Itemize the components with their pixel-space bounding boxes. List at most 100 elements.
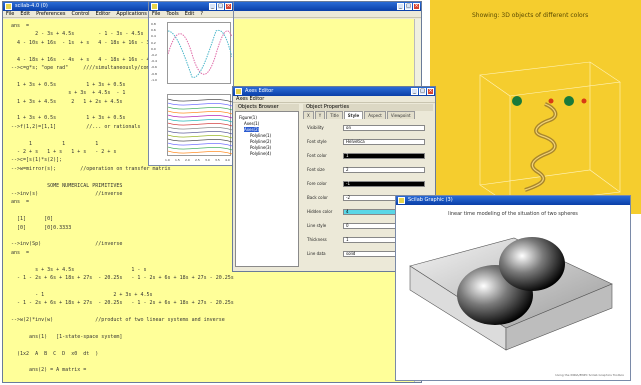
editor-maximize-icon[interactable]: □ [419, 88, 426, 95]
menu-control[interactable]: Control [71, 11, 89, 17]
prop-label: Thickness [307, 237, 327, 242]
plot-menu-help[interactable]: ? [200, 11, 203, 17]
console-line: - 1 - 2s + 6s + 18s + 27s - 20.25s - 1 -… [11, 275, 234, 281]
sphere-footer: Using the INRIA/ENPC Scilab Graphics Too… [555, 373, 624, 377]
sphere-titlebar[interactable]: Scilab Graphic (3) [396, 196, 630, 205]
stacked-line [167, 150, 233, 155]
graphic-3d-objects-window: Showing: 3D objects of different colors [430, 0, 641, 214]
plot-minimize-icon[interactable]: _ [209, 3, 216, 10]
menu-applications[interactable]: Applications [116, 11, 147, 17]
y-tick-label: -0.2 [151, 53, 157, 57]
tree-node[interactable]: Axes(1) [244, 121, 259, 126]
stacked-line [167, 130, 233, 135]
scilab-plot-window[interactable]: _ □ × File Tools Edit ? 0.8 0.6 0.4 0.2 0.0 -… [148, 1, 234, 166]
stacked-line [167, 122, 233, 127]
tab-title[interactable]: Title [326, 111, 343, 119]
objects-tree[interactable]: Figure(1) Axes(1) Axes(2) Polyline(1) Polyli… [235, 111, 299, 267]
green-sphere-left [512, 96, 522, 106]
prop-label: Font style [307, 139, 327, 144]
menu-preferences[interactable]: Preferences [36, 11, 65, 17]
stacked-line [167, 102, 233, 107]
stacked-line [167, 142, 233, 147]
prop-label: Back color [307, 195, 328, 200]
stacked-line [167, 118, 233, 123]
prop-value-field[interactable]: 2 [343, 167, 425, 173]
axes-editor-menubar: Axes Editor [233, 96, 435, 103]
console-line: 4 - 18s + 16s - 4s + s 4 - 18s + 16s - 4… [11, 56, 165, 63]
editor-close-icon[interactable]: × [427, 88, 434, 95]
console-line: - 2 + s 1 + s 1 + s - 2 + s [11, 149, 117, 155]
console-title: scilab-4.0 (0) [15, 3, 48, 9]
sphere-graphic-window[interactable]: Scilab Graphic (3) linear time modeling … [395, 195, 631, 381]
stacked-line [167, 138, 233, 143]
maximize-icon[interactable]: □ [405, 3, 412, 10]
axes-editor-titlebar[interactable]: Axes Editor _ □ × [233, 87, 435, 96]
sphere-app-icon [398, 197, 405, 204]
tree-node[interactable]: Axes(2) [244, 127, 260, 132]
red-sphere-small [548, 98, 554, 104]
sine-plot-top [167, 22, 233, 84]
plot-menu-edit[interactable]: Edit [185, 11, 195, 17]
tab-style[interactable]: Style [343, 111, 364, 119]
y-tick-label: 0.2 [151, 40, 156, 45]
console-line: 1 + 3s + 4.5s 2 1 + 2s + 4.5s [11, 98, 123, 105]
menu-editor[interactable]: Editor [96, 11, 111, 17]
sine-curves-svg [167, 29, 233, 78]
gfx3d-canvas [479, 61, 621, 206]
tab-x[interactable]: X [303, 111, 314, 119]
console-line: s + 3s + 4.5s 1 - s [11, 266, 147, 273]
editor-minimize-icon[interactable]: _ [411, 88, 418, 95]
editor-menu-axes[interactable]: Axes Editor [236, 96, 264, 102]
tab-viewpoint[interactable]: Viewpoint [386, 111, 415, 119]
console-line: 1 + 3s + 0.5s 1 + 3s + 0.5s [11, 81, 126, 88]
tab-y[interactable]: Y [314, 111, 326, 119]
stacked-line [167, 146, 233, 151]
axes-editor-title: Axes Editor [245, 88, 274, 94]
console-line: ans = [11, 249, 30, 256]
prop-value-field[interactable]: on [343, 125, 425, 131]
tree-node[interactable]: Figure(1) [239, 115, 257, 120]
menu-edit[interactable]: Edit [20, 11, 30, 17]
console-line: ans(2) = A matrix = [11, 367, 87, 374]
x-tick-label: 3.0 [205, 158, 210, 162]
prop-label: Line style [307, 223, 327, 228]
y-tick-label: 0.6 [151, 28, 156, 33]
tree-node[interactable]: Polyline(3) [250, 145, 271, 150]
y-tick-label: 0.8 [151, 22, 156, 26]
console-line: -->w(2)*inv(w) //product of two linear s… [11, 317, 225, 323]
plot-app-icon [151, 3, 158, 10]
sphere-upper [499, 237, 565, 291]
prop-value-field[interactable]: Helvetica [343, 139, 425, 145]
stacked-plot-bottom [167, 94, 233, 156]
tree-node[interactable]: Polyline(4) [250, 151, 271, 156]
console-line: 1 + 3s + 0.5s 1 + 3s + 0.5s [11, 115, 126, 122]
menu-file[interactable]: File [6, 11, 14, 17]
tree-node[interactable]: Polyline(2) [250, 139, 271, 144]
x-tick-label: 1.5 [175, 158, 180, 162]
stacked-line [167, 114, 233, 119]
stacked-line [167, 126, 233, 131]
console-line: -->f(1,2)=[1,1] //... or rationals [11, 123, 141, 130]
prop-value-field[interactable]: -1 [343, 181, 425, 187]
prop-label: Fore color [307, 181, 327, 186]
plot-titlebar[interactable]: _ □ × [149, 2, 233, 11]
console-line: s + 3s + 4.5s - 1 [11, 90, 126, 97]
plot-close-icon[interactable]: × [225, 3, 232, 10]
prop-value-field[interactable]: 1 [343, 153, 425, 159]
tab-aspect[interactable]: Aspect [364, 111, 386, 119]
close-icon[interactable]: × [413, 3, 420, 10]
x-tick-label: 2.5 [195, 158, 200, 162]
plot-menu-tools[interactable]: Tools [166, 11, 178, 17]
stacked-line [167, 98, 233, 103]
console-line: 1 1 1 [11, 140, 99, 147]
sphere-surface-canvas [409, 237, 613, 351]
y-tick-label: 0.4 [151, 34, 156, 39]
plot-menu-file[interactable]: File [152, 11, 160, 17]
y-tick-label: -0.8 [151, 71, 157, 76]
minimize-icon[interactable]: _ [397, 3, 404, 10]
plot-maximize-icon[interactable]: □ [217, 3, 224, 10]
tree-node[interactable]: Polyline(1) [250, 133, 271, 138]
green-sphere-right [564, 96, 574, 106]
helix-tube [524, 102, 558, 192]
console-line: -->inv(s) //inverse [11, 191, 123, 197]
